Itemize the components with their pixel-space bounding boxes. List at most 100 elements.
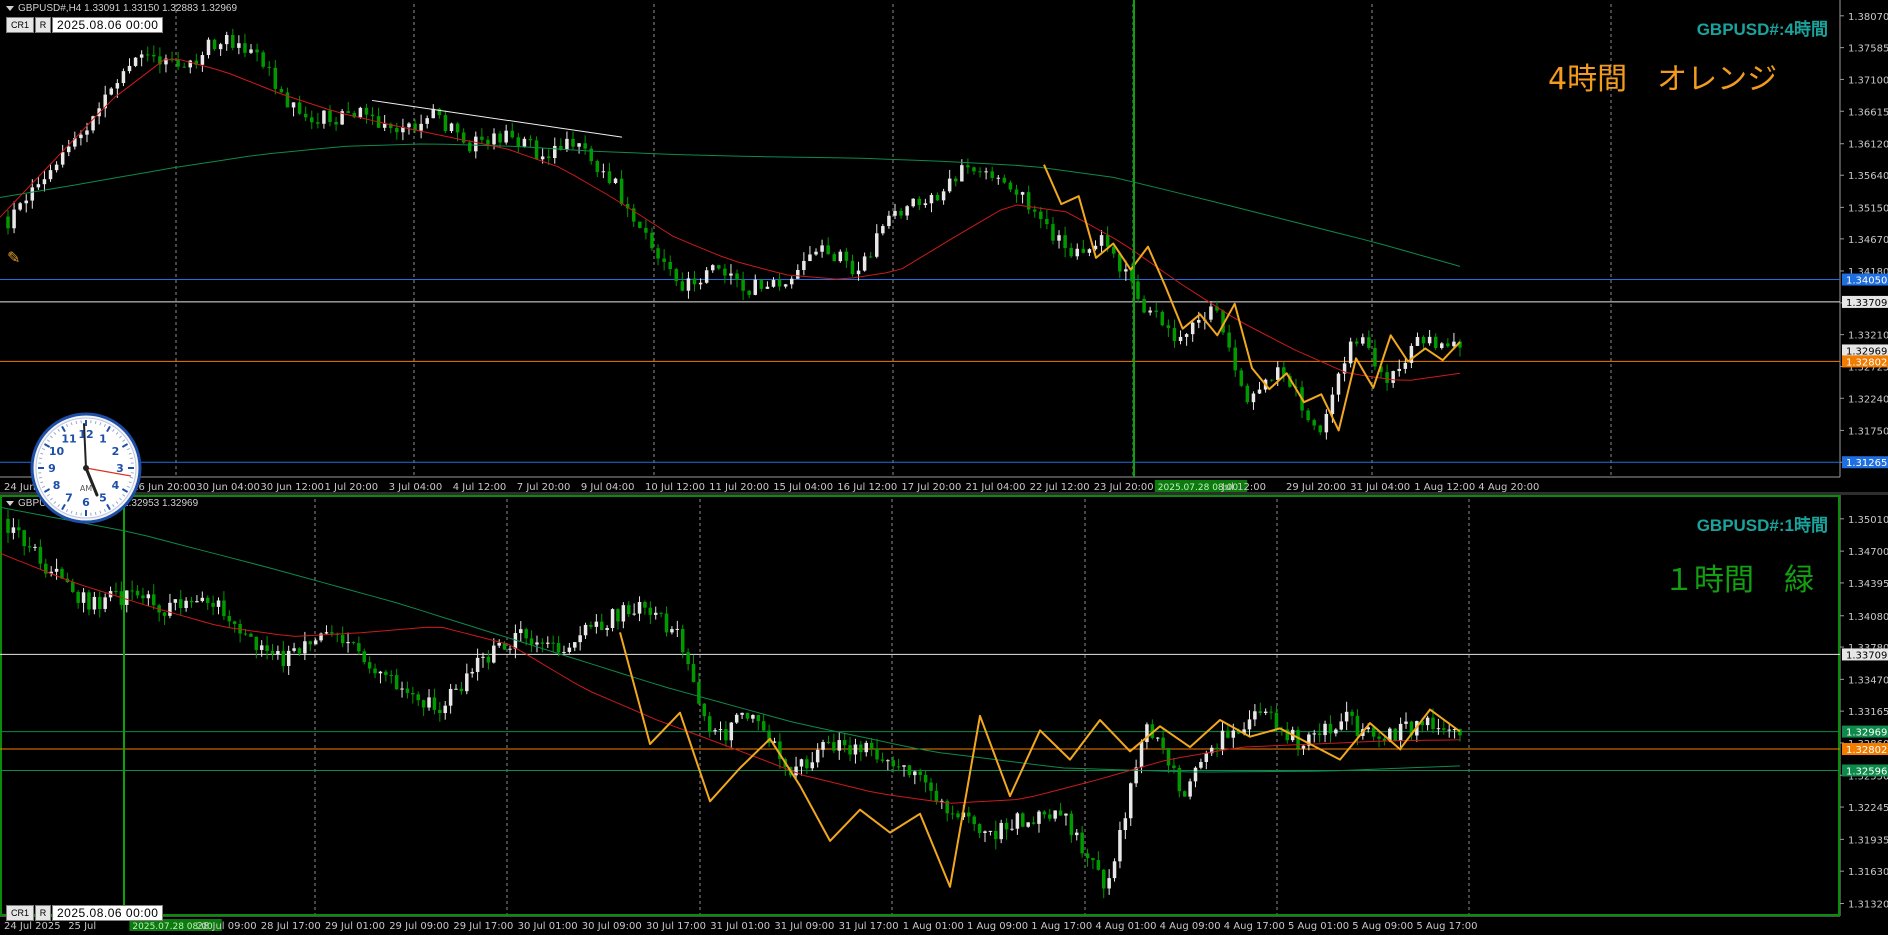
candle-body xyxy=(614,179,618,183)
candle-body xyxy=(757,715,761,721)
candle-body xyxy=(729,274,733,276)
candle-body xyxy=(168,603,172,616)
candle-body xyxy=(826,245,830,254)
candle-body xyxy=(309,641,313,644)
h4-chart-pane[interactable]: 1.380701.375851.371001.366151.361201.356… xyxy=(0,0,1888,492)
pencil-icon[interactable]: ✎ xyxy=(7,248,20,267)
h1-chart-svg[interactable]: 1.350101.347001.343951.340801.337801.334… xyxy=(0,495,1888,931)
candle-body xyxy=(692,664,696,682)
candle-body xyxy=(693,278,697,284)
candle-body xyxy=(292,102,296,107)
candle-body xyxy=(659,613,663,614)
candle-body xyxy=(627,605,631,614)
candle-body xyxy=(735,274,739,280)
candle-body xyxy=(176,59,180,66)
price-tag-label: 1.33709 xyxy=(1846,298,1887,309)
candle-body xyxy=(1258,390,1262,394)
candle-body xyxy=(881,226,885,233)
cr1-chip-2[interactable]: CR1 xyxy=(6,905,34,921)
clock-numeral: 7 xyxy=(65,491,73,504)
triangle-down-icon[interactable] xyxy=(6,6,14,11)
candle-body xyxy=(523,139,527,147)
price-tick-label: 1.31935 xyxy=(1848,835,1888,846)
r-chip-2[interactable]: R xyxy=(35,905,51,921)
candle-body xyxy=(93,597,97,610)
candle-body xyxy=(87,592,91,609)
h4-date-box[interactable]: 2025.08.06 00:00 xyxy=(52,17,163,33)
candle-body xyxy=(984,171,988,172)
clock-tick xyxy=(95,421,96,424)
candle-body xyxy=(535,642,539,644)
candle-body xyxy=(918,199,922,205)
candle-body xyxy=(717,265,721,268)
candle-body xyxy=(676,629,680,630)
time-label: 10 Jul 12:00 xyxy=(645,482,705,492)
h1-note-text: １時間 緑 xyxy=(1664,555,1814,599)
candle-body xyxy=(384,672,388,675)
candle-body xyxy=(1088,249,1092,253)
time-label: Jul 12:00 xyxy=(1221,482,1266,492)
candle-body xyxy=(1246,386,1250,402)
triangle-down-icon[interactable] xyxy=(6,501,14,506)
candle-body xyxy=(152,594,156,605)
candle-body xyxy=(656,248,660,258)
candle-body xyxy=(1350,712,1354,716)
candle-body xyxy=(600,622,604,630)
candle-body xyxy=(61,152,65,164)
h1-date-box[interactable]: 2025.08.06 00:00 xyxy=(52,905,163,921)
candle-body xyxy=(1442,728,1446,730)
candle-body xyxy=(330,632,334,633)
cr1-chip[interactable]: CR1 xyxy=(6,17,34,33)
candle-body xyxy=(1312,420,1316,425)
candle-body xyxy=(190,601,194,603)
candle-body xyxy=(222,600,226,615)
candle-body xyxy=(529,139,533,140)
candle-body xyxy=(1233,348,1237,371)
candle-body xyxy=(1269,712,1273,713)
candle-body xyxy=(1227,333,1231,348)
candle-body xyxy=(929,782,933,790)
candle-body xyxy=(681,629,685,652)
h1-chart-pane[interactable]: 1.350101.347001.343951.340801.337801.334… xyxy=(0,495,1888,931)
candle-body xyxy=(747,291,751,295)
candle-body xyxy=(1080,833,1084,854)
candle-body xyxy=(1253,711,1257,719)
candle-body xyxy=(228,616,232,621)
candle-body xyxy=(857,271,861,275)
candle-body xyxy=(31,187,35,200)
candle-body xyxy=(1106,235,1110,247)
candle-body xyxy=(1275,713,1279,729)
r-chip[interactable]: R xyxy=(35,17,51,33)
candle-body xyxy=(553,146,557,158)
candle-body xyxy=(1252,394,1256,403)
candle-body xyxy=(703,704,707,717)
candle-body xyxy=(371,115,375,117)
candle-body xyxy=(147,594,151,598)
candle-body xyxy=(530,638,534,644)
candle-body xyxy=(790,279,794,285)
candle-body xyxy=(282,651,286,666)
candle-body xyxy=(1416,337,1420,346)
clock-numeral: 12 xyxy=(78,428,93,441)
candle-body xyxy=(1302,746,1306,749)
h4-chart-header: GBPUSD#,H4 1.33091 1.33150 1.32883 1.329… xyxy=(6,3,237,14)
candle-body xyxy=(508,649,512,650)
time-label: 5 Aug 01:00 xyxy=(1288,921,1349,931)
candle-body xyxy=(611,609,615,628)
candle-body xyxy=(821,742,825,750)
candle-body xyxy=(1191,323,1195,334)
clock-numeral: 10 xyxy=(49,445,65,458)
candle-body xyxy=(304,114,308,118)
candle-body xyxy=(346,111,350,113)
analog-clock-widget[interactable]: 123456789101112 AM xyxy=(30,412,142,524)
candle-body xyxy=(1452,342,1456,347)
time-label: 22 Jul 12:00 xyxy=(1030,482,1090,492)
candle-body xyxy=(98,597,102,609)
price-tick-label: 1.33470 xyxy=(1848,675,1888,686)
candle-body xyxy=(754,280,758,295)
candle-body xyxy=(800,759,804,766)
candle-body xyxy=(6,519,10,533)
candle-body xyxy=(541,642,545,643)
candle-body xyxy=(486,140,490,145)
candle-body xyxy=(1337,374,1341,395)
